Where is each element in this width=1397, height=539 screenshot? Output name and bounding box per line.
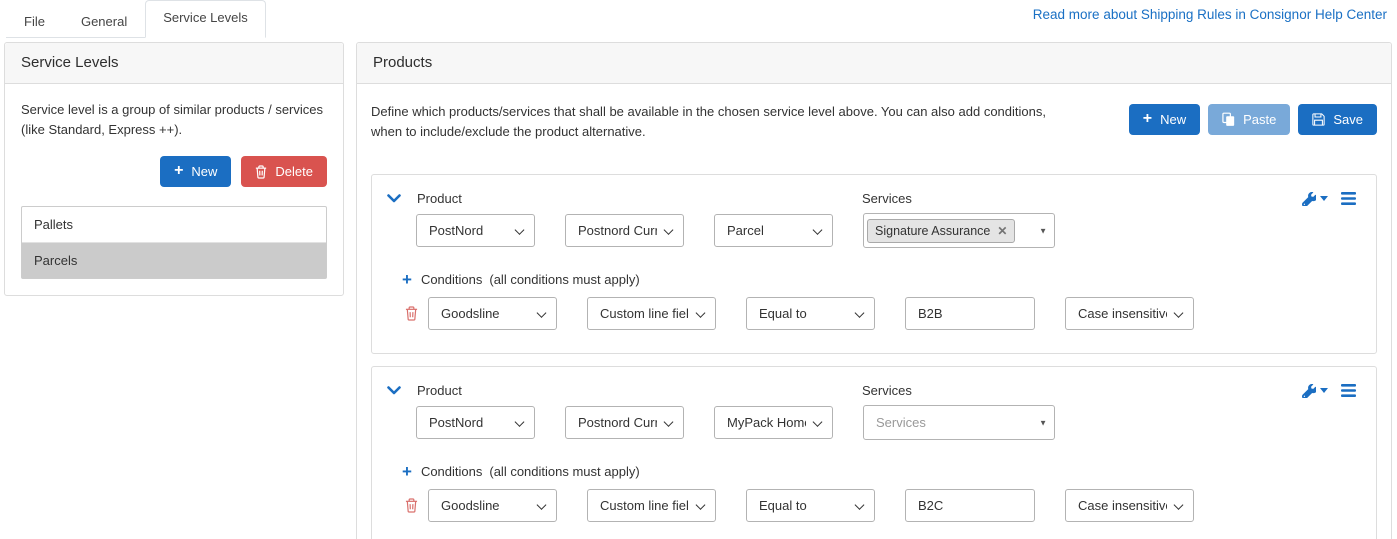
conditions-note: (all conditions must apply) [489,272,639,287]
services-label: Services [862,191,912,206]
caret-down-icon [1320,196,1328,201]
paste-button-label: Paste [1243,112,1276,127]
product-paste-button[interactable]: Paste [1208,104,1290,135]
service-tag-label: Signature Assurance [875,224,990,238]
product-save-button[interactable]: Save [1298,104,1377,135]
save-icon [1312,113,1325,126]
service-levels-panel-title: Service Levels [5,43,343,84]
condition-field-value: Goodsline [441,306,500,321]
chevron-down-icon[interactable] [387,386,401,395]
tab-bar: File General Service Levels [6,0,266,38]
new-button-label: New [1160,112,1186,127]
condition-subfield-select[interactable]: Custom line field [587,489,716,522]
condition-case-value: Case insensitive [1078,498,1167,513]
settings-wrench-dropdown[interactable] [1302,192,1328,206]
help-center-link[interactable]: Read more about Shipping Rules in Consig… [1033,7,1387,22]
add-condition-icon[interactable]: + [402,271,412,288]
condition-subfield-select[interactable]: Custom line field [587,297,716,330]
conditions-label: Conditions [421,464,482,479]
condition-value-input[interactable] [905,489,1035,522]
condition-case-select[interactable]: Case insensitive [1065,297,1194,330]
products-description: Define which products/services that shal… [371,102,1061,142]
condition-field-select[interactable]: Goodsline [428,297,557,330]
condition-operator-select[interactable]: Equal to [746,489,875,522]
subcarrier-select-value: Postnord Curre [578,415,657,430]
service-level-list: Pallets Parcels [21,206,327,279]
plus-icon: + [174,163,183,179]
carrier-select[interactable]: PostNord [416,214,535,247]
services-multiselect[interactable]: Signature Assurance ✕ [863,213,1055,248]
product-card: Product Services [371,366,1377,539]
product-select-value: Parcel [727,223,764,238]
condition-value-input[interactable] [905,297,1035,330]
tab-file[interactable]: File [6,4,63,38]
remove-tag-icon[interactable]: ✕ [997,224,1007,238]
condition-case-select[interactable]: Case insensitive [1065,489,1194,522]
tab-general[interactable]: General [63,4,145,38]
delete-condition-button[interactable] [405,498,418,513]
conditions-label: Conditions [421,272,482,287]
condition-operator-select[interactable]: Equal to [746,297,875,330]
add-condition-icon[interactable]: + [402,463,412,480]
service-level-delete-button[interactable]: Delete [241,156,327,187]
condition-field-value: Goodsline [441,498,500,513]
carrier-select-value: PostNord [429,223,483,238]
carrier-select-value: PostNord [429,415,483,430]
subcarrier-select[interactable]: Postnord Curre [565,214,684,247]
product-new-button[interactable]: + New [1129,104,1200,135]
wrench-icon [1302,384,1316,398]
product-label: Product [417,191,862,206]
service-level-item-parcels[interactable]: Parcels [22,243,326,278]
product-select[interactable]: MyPack Home [714,406,833,439]
services-label: Services [862,383,912,398]
top-bar: File General Service Levels Read more ab… [0,0,1397,40]
plus-icon: + [1143,111,1152,127]
service-level-new-button[interactable]: + New [160,156,231,187]
product-label: Product [417,383,862,398]
product-select-value: MyPack Home [727,415,806,430]
service-level-item-pallets[interactable]: Pallets [22,207,326,243]
conditions-note: (all conditions must apply) [489,464,639,479]
tab-service-levels[interactable]: Service Levels [145,0,266,38]
trash-icon [405,306,418,321]
subcarrier-select-value: Postnord Curre [578,223,657,238]
paste-icon [1222,112,1235,127]
services-multiselect[interactable]: Services [863,405,1055,440]
chevron-down-icon[interactable] [387,194,401,203]
new-button-label: New [191,164,217,179]
condition-field-select[interactable]: Goodsline [428,489,557,522]
menu-icon[interactable] [1341,192,1356,205]
service-levels-description: Service level is a group of similar prod… [21,100,327,140]
caret-down-icon [1320,388,1328,393]
menu-icon[interactable] [1341,384,1356,397]
trash-icon [255,165,267,179]
condition-subfield-value: Custom line field [600,498,689,513]
services-placeholder: Services [867,415,926,430]
condition-operator-value: Equal to [759,498,807,513]
main-content: Service Levels Service level is a group … [0,40,1397,539]
settings-wrench-dropdown[interactable] [1302,384,1328,398]
wrench-icon [1302,192,1316,206]
condition-case-value: Case insensitive [1078,306,1167,321]
products-panel: Products Define which products/services … [356,42,1392,539]
delete-button-label: Delete [275,164,313,179]
subcarrier-select[interactable]: Postnord Curre [565,406,684,439]
trash-icon [405,498,418,513]
save-button-label: Save [1333,112,1363,127]
product-select[interactable]: Parcel [714,214,833,247]
carrier-select[interactable]: PostNord [416,406,535,439]
delete-condition-button[interactable] [405,306,418,321]
condition-subfield-value: Custom line field [600,306,689,321]
products-panel-title: Products [357,43,1391,84]
product-card: Product Services [371,174,1377,354]
service-levels-panel: Service Levels Service level is a group … [4,42,344,296]
service-tag: Signature Assurance ✕ [867,219,1015,243]
condition-operator-value: Equal to [759,306,807,321]
